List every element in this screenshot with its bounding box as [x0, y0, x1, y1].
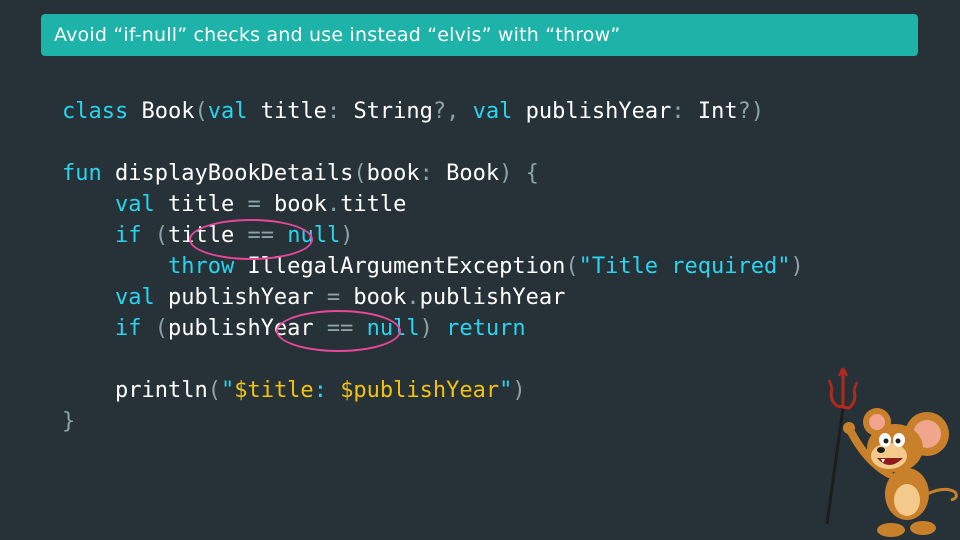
highlight-oval-title-null	[189, 219, 313, 260]
code-token-identifier: publishYear	[419, 285, 566, 310]
code-token-punctuation: (	[154, 223, 168, 248]
code-token-identifier: title	[167, 192, 248, 217]
code-token-punctuation: }	[62, 409, 76, 434]
code-token-punctuation: ) {	[499, 161, 539, 186]
code-line: val title = book.title	[62, 189, 804, 220]
code-token-keyword: val	[62, 192, 168, 217]
code-token-keyword: throw	[62, 254, 248, 279]
mouse-with-trident-icon	[825, 367, 958, 537]
code-token-punctuation: )	[419, 316, 447, 341]
code-token-identifier: publishYear	[167, 285, 327, 310]
code-token-keyword: return	[446, 316, 526, 341]
code-line: println("$title: $publishYear")	[62, 375, 804, 406]
code-token-keyword: fun	[62, 161, 115, 186]
code-line: }	[62, 406, 804, 437]
code-line: throw IllegalArgumentException("Title re…	[62, 251, 804, 282]
code-token-string: "	[220, 378, 235, 403]
code-token-keyword: class	[62, 99, 142, 124]
code-token-identifier: println	[62, 378, 208, 403]
code-token-punctuation: :	[326, 99, 354, 124]
code-token-punctuation: (	[353, 161, 367, 186]
code-line: class Book(val title: String?, val publi…	[62, 96, 804, 127]
trident-icon	[825, 367, 859, 525]
code-token-punctuation: (	[565, 254, 579, 279]
code-token-identifier: Int	[697, 99, 738, 124]
code-token-punctuation: =	[326, 285, 354, 310]
code-block: class Book(val title: String?, val publi…	[62, 96, 804, 437]
code-token-punctuation: :	[419, 161, 447, 186]
code-token-punctuation: .	[406, 285, 420, 310]
code-token-punctuation: )	[790, 254, 804, 279]
code-line: if (title == null)	[62, 220, 804, 251]
slide: Avoid “if-null” checks and use instead “…	[0, 0, 960, 540]
code-token-punctuation: ?)	[737, 99, 765, 124]
code-line: fun displayBookDetails(book: Book) {	[62, 158, 804, 189]
code-token-punctuation: (	[207, 378, 221, 403]
code-token-string: :	[313, 378, 341, 403]
code-token-punctuation: (	[154, 316, 168, 341]
code-token-identifier: book	[353, 285, 407, 310]
code-token-punctuation: )	[340, 223, 354, 248]
code-token-keyword: if	[62, 316, 155, 341]
code-line: if (publishYear == null) return	[62, 313, 804, 344]
code-token-identifier: IllegalArgumentException	[247, 254, 566, 279]
code-line: val publishYear = book.publishYear	[62, 282, 804, 313]
code-token-identifier: publishYear	[525, 99, 672, 124]
code-token-identifier: title	[340, 192, 407, 217]
code-token-keyword: val	[472, 99, 526, 124]
code-token-template-var: $title	[234, 378, 314, 403]
slide-title: Avoid “if-null” checks and use instead “…	[54, 24, 621, 46]
code-token-identifier: Book	[446, 161, 500, 186]
code-token-keyword: if	[62, 223, 155, 248]
code-token-keyword: val	[207, 99, 261, 124]
code-token-keyword: val	[62, 285, 168, 310]
code-token-identifier: displayBookDetails	[114, 161, 354, 186]
code-token-identifier: book	[273, 192, 327, 217]
code-token-punctuation: )	[512, 378, 526, 403]
code-token-string: "	[499, 378, 513, 403]
code-token-identifier: Book	[141, 99, 195, 124]
code-token-punctuation: ?,	[432, 99, 473, 124]
code-token-string: "Title required"	[578, 254, 791, 279]
highlight-oval-publishyear-null	[276, 310, 401, 352]
code-token-punctuation: (	[194, 99, 208, 124]
code-token-template-var: $publishYear	[340, 378, 500, 403]
title-bar: Avoid “if-null” checks and use instead “…	[41, 14, 918, 56]
code-token-identifier: title	[260, 99, 327, 124]
code-token-punctuation: :	[671, 99, 698, 124]
code-token-identifier: book	[366, 161, 420, 186]
code-token-identifier: String	[353, 99, 433, 124]
code-token-punctuation: .	[326, 192, 341, 217]
code-token-punctuation: =	[247, 192, 274, 217]
